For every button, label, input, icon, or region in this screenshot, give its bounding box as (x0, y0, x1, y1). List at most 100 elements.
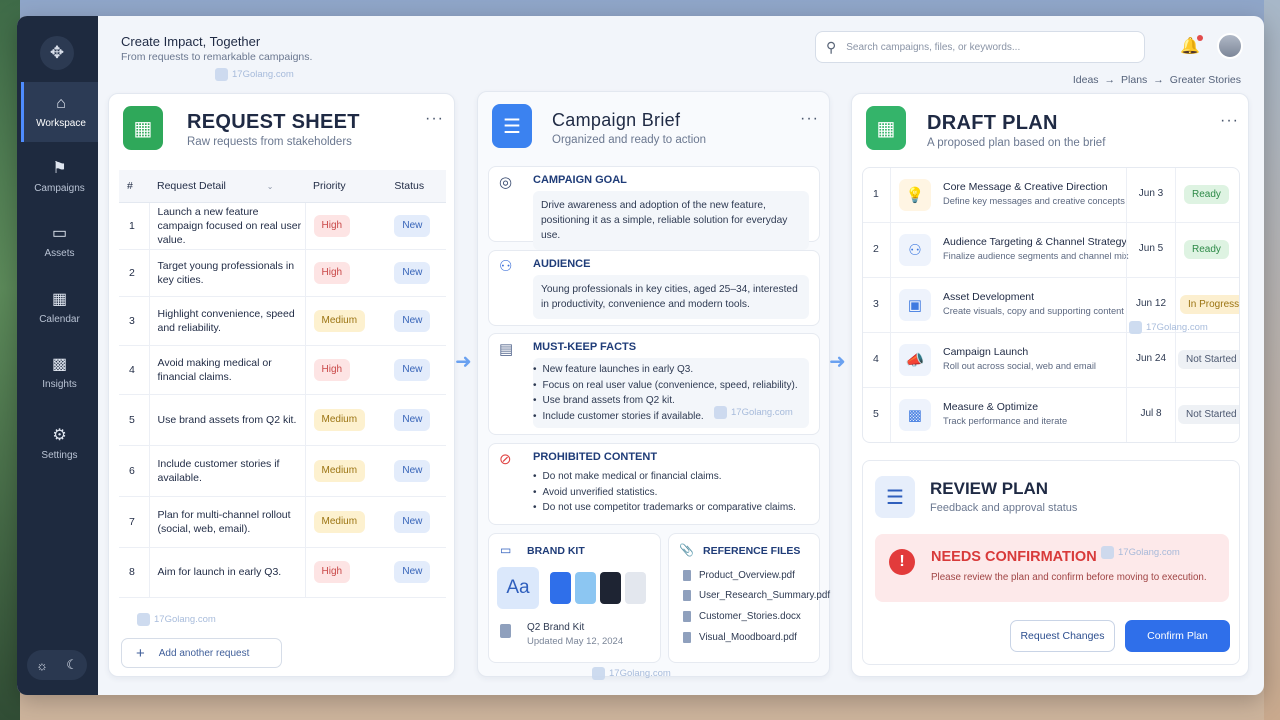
draft-plan-subtitle: A proposed plan based on the brief (927, 137, 1106, 149)
file-item[interactable]: Customer_Stories.docx (683, 611, 801, 622)
file-icon (683, 632, 691, 643)
sidebar: ✥ ⌂ Workspace ⚑ Campaigns ▭ Assets ▦ Cal… (17, 16, 98, 695)
request-sheet-title: REQUEST SHEET (187, 111, 360, 133)
status-badge: New (394, 408, 431, 431)
sidebar-item-insights[interactable]: ▩ Insights (21, 343, 98, 403)
notification-dot (1196, 35, 1203, 41)
column-header-priority: Priority (305, 170, 387, 203)
search-bar[interactable]: ⚲ (815, 31, 1145, 63)
table-row[interactable]: 3 Highlight convenience, speed and relia… (119, 296, 446, 346)
brand-kit-card[interactable]: ▭ BRAND KIT Aa Q2 Brand Kit Updated May … (488, 533, 661, 663)
priority-badge: High (313, 358, 351, 381)
column-header-status: Status (386, 170, 446, 203)
review-plan-title: REVIEW PLAN (930, 479, 1049, 498)
add-request-button[interactable]: + Add another request (121, 638, 282, 668)
sun-icon[interactable]: ☼ (36, 658, 48, 673)
breadcrumb-item-greater-stories[interactable]: Greater Stories (1170, 74, 1241, 86)
request-changes-button[interactable]: Request Changes (1010, 620, 1115, 652)
breadcrumb-item-plans[interactable]: Plans (1121, 74, 1147, 86)
request-detail: Plan for multi-channel rollout (social, … (148, 496, 306, 548)
plan-row[interactable]: 5 ▩ Measure & Optimize Track performance… (863, 388, 1239, 442)
sidebar-item-workspace[interactable]: ⌂ Workspace (21, 82, 98, 142)
sidebar-item-label: Campaigns (34, 182, 85, 194)
request-detail: Highlight convenience, speed and reliabi… (148, 296, 306, 346)
plan-row[interactable]: 1 💡 Core Message & Creative Direction De… (863, 168, 1239, 223)
sort-chevron-icon[interactable]: ⌄ (267, 182, 274, 191)
plan-row[interactable]: 4 📣 Campaign Launch Roll out across soci… (863, 333, 1239, 388)
lightbulb-icon: 💡 (899, 179, 931, 211)
more-options-icon[interactable]: ··· (1220, 112, 1239, 130)
status-badge: New (394, 261, 431, 284)
row-number: 2 (119, 249, 149, 297)
table-row[interactable]: 1 Launch a new feature campaign focused … (119, 202, 446, 250)
status-badge: Not Started (1178, 405, 1239, 424)
search-input[interactable] (846, 41, 1117, 53)
sidebar-item-assets[interactable]: ▭ Assets (21, 212, 98, 272)
priority-badge: High (313, 561, 351, 583)
prohibited-icon: ⊘ (499, 451, 512, 468)
priority-badge: Medium (313, 309, 366, 332)
confirm-plan-button[interactable]: Confirm Plan (1125, 620, 1230, 652)
review-plan-subtitle: Feedback and approval status (930, 502, 1078, 514)
row-number: 2 (873, 243, 879, 255)
moon-icon[interactable]: ☾ (66, 657, 78, 673)
brand-kit-heading: BRAND KIT (527, 545, 585, 557)
row-number: 3 (119, 296, 149, 346)
file-item[interactable]: Product_Overview.pdf (683, 570, 795, 581)
avatar[interactable] (1217, 33, 1243, 59)
table-row[interactable]: 6 Include customer stories if available.… (119, 445, 446, 497)
status-badge: Not Started (1178, 350, 1239, 369)
reference-files-heading: REFERENCE FILES (703, 545, 801, 557)
add-request-label: Add another request (158, 647, 250, 659)
table-row[interactable]: 2 Target young professionals in key citi… (119, 249, 446, 297)
watermark: 17Golang.com (137, 613, 216, 626)
plan-row[interactable]: 2 ⚇ Audience Targeting & Channel Strateg… (863, 223, 1239, 278)
search-icon: ⚲ (826, 38, 837, 55)
brand-kit-name: Q2 Brand Kit (527, 622, 585, 633)
page-subtitle: From requests to remarkable campaigns. (121, 51, 313, 63)
campaign-goal-heading: CAMPAIGN GOAL (533, 174, 627, 186)
alert-icon: ! (889, 549, 915, 575)
paperclip-icon: 📎 (679, 543, 694, 557)
table-row[interactable]: 4 Avoid making medical or financial clai… (119, 345, 446, 395)
status-badge: New (394, 309, 431, 332)
home-icon: ⌂ (56, 94, 66, 112)
target-icon: ◎ (499, 174, 513, 191)
priority-badge: High (313, 261, 351, 284)
status-badge: New (394, 561, 431, 583)
review-plan-card: ☰ REVIEW PLAN Feedback and approval stat… (862, 460, 1240, 665)
file-item[interactable]: Visual_Moodboard.pdf (683, 632, 797, 643)
more-options-icon[interactable]: ··· (800, 110, 819, 128)
more-options-icon[interactable]: ··· (425, 110, 444, 128)
watermark: 17Golang.com (714, 406, 793, 419)
sidebar-item-calendar[interactable]: ▦ Calendar (21, 278, 98, 338)
sidebar-item-label: Calendar (39, 313, 80, 325)
priority-badge: Medium (313, 510, 366, 533)
audience-text: Young professionals in key cities, aged … (533, 275, 809, 319)
file-item[interactable]: User_Research_Summary.pdf (683, 590, 830, 601)
row-number: 1 (873, 188, 879, 200)
row-number: 8 (119, 547, 149, 598)
plan-step-date: Jun 24 (1135, 353, 1167, 364)
needs-confirmation-alert: ! NEEDS CONFIRMATION Please review the p… (875, 534, 1229, 602)
breadcrumb-item-ideas[interactable]: Ideas (1073, 74, 1099, 86)
list-item: New feature launches in early Q3. (533, 362, 811, 378)
plan-table: 1 💡 Core Message & Creative Direction De… (862, 167, 1240, 443)
theme-toggle[interactable]: ☼ ☾ (27, 650, 87, 680)
logo-icon[interactable]: ✥ (40, 36, 74, 70)
sidebar-item-campaigns[interactable]: ⚑ Campaigns (21, 147, 98, 207)
sidebar-item-settings[interactable]: ⚙ Settings (21, 414, 98, 474)
campaign-goal-text: Drive awareness and adoption of the new … (533, 191, 809, 250)
table-row[interactable]: 5 Use brand assets from Q2 kit. Medium N… (119, 394, 446, 446)
list-item: Do not make medical or financial claims. (533, 469, 811, 485)
image-icon: ▣ (899, 289, 931, 321)
plan-step-date: Jun 12 (1135, 298, 1167, 309)
row-number: 7 (119, 496, 149, 548)
table-row[interactable]: 8 Aim for launch in early Q3. High New (119, 547, 446, 598)
alert-text: Please review the plan and confirm befor… (931, 572, 1207, 583)
table-row[interactable]: 7 Plan for multi-channel rollout (social… (119, 496, 446, 548)
column-header-detail[interactable]: Request Detail ⌄ (149, 170, 305, 203)
app-window: ✥ ⌂ Workspace ⚑ Campaigns ▭ Assets ▦ Cal… (17, 16, 1264, 695)
prohibited-content-list: Do not make medical or financial claims.… (533, 469, 811, 516)
notification-bell-icon[interactable]: 🔔 (1180, 35, 1203, 56)
